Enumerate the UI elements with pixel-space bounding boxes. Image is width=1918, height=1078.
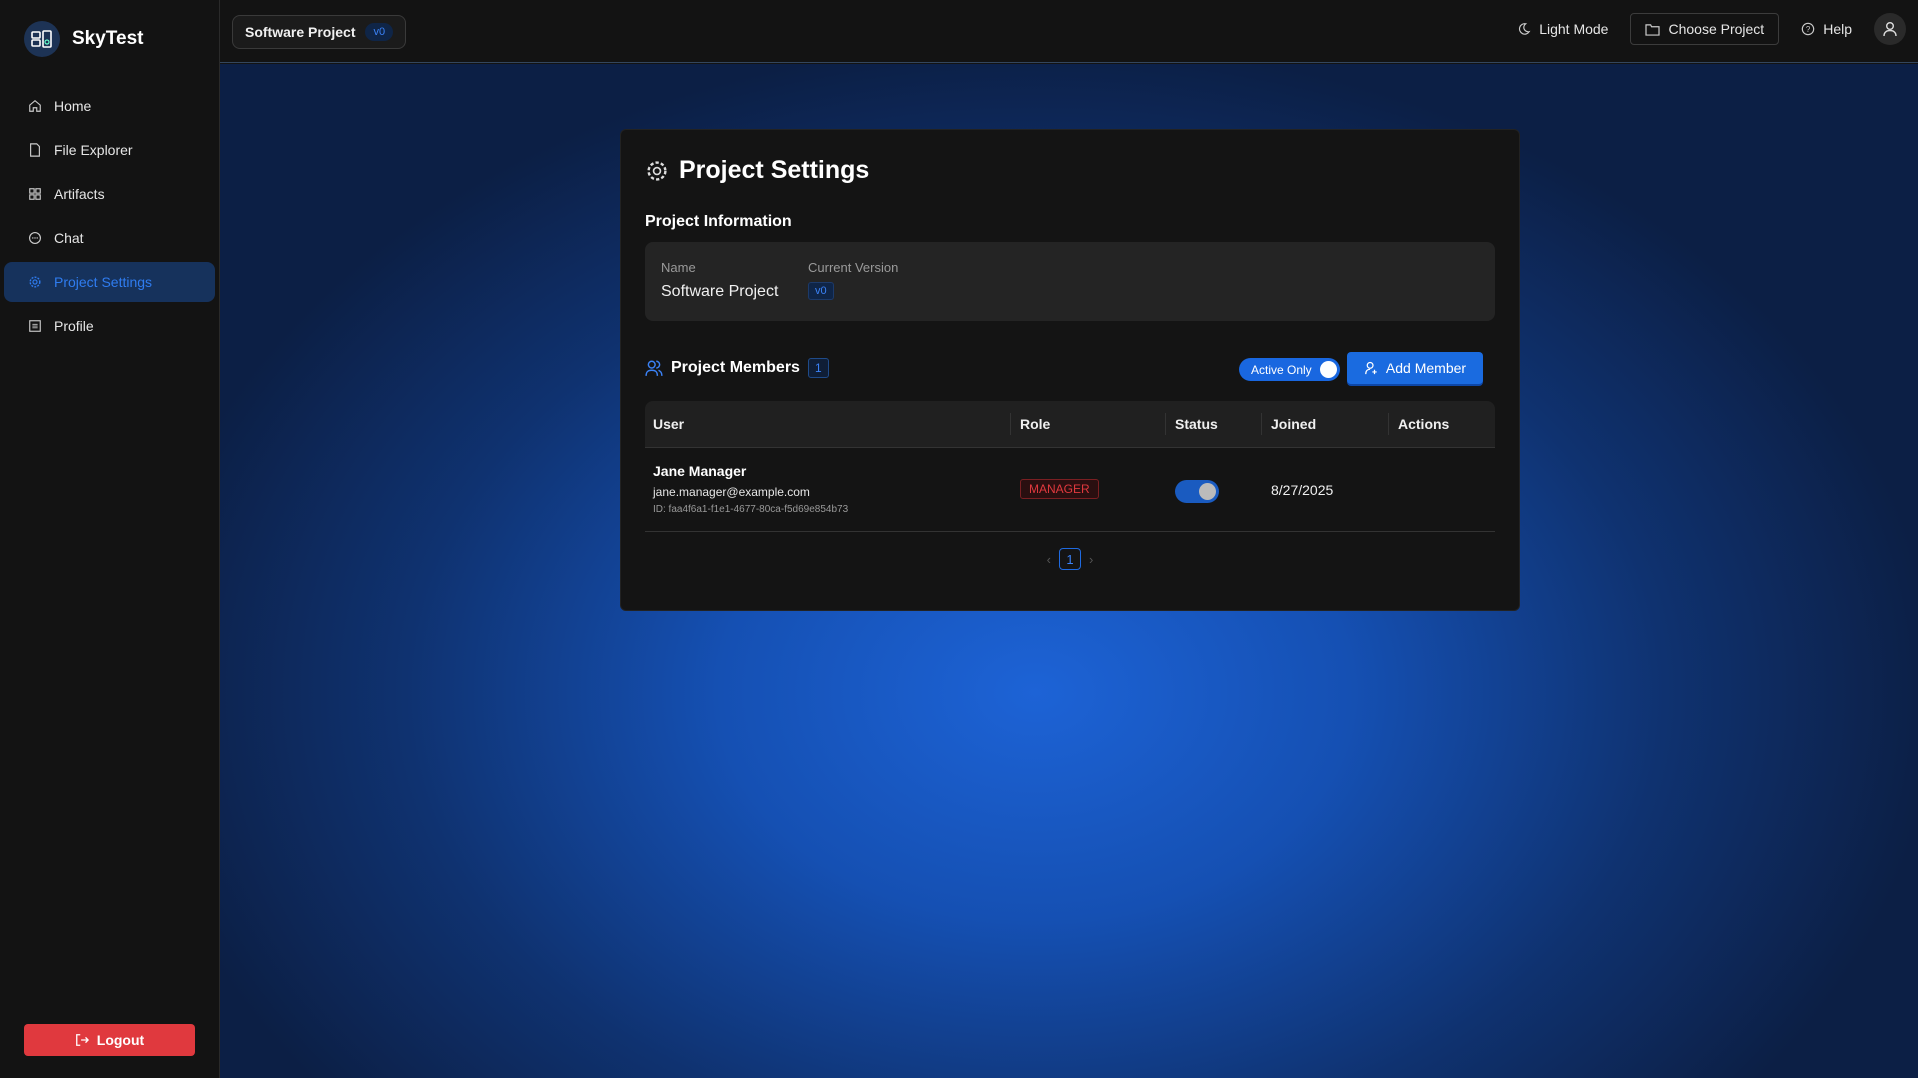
- gear-icon: [647, 160, 667, 181]
- choose-project-button[interactable]: Choose Project: [1630, 13, 1780, 45]
- file-icon: [30, 143, 40, 157]
- project-information-heading: Project Information: [645, 213, 792, 230]
- main-content: Project Settings Project Information Nam…: [220, 64, 1918, 1078]
- column-role[interactable]: Role: [1020, 416, 1050, 432]
- version-label: Current Version: [808, 260, 899, 275]
- current-project-pill[interactable]: Software Project v0: [232, 15, 407, 49]
- sidebar-nav: Home File Explorer Artifacts Chat Projec…: [4, 86, 215, 350]
- logout-icon: [75, 1034, 89, 1046]
- member-status-toggle[interactable]: [1175, 480, 1219, 503]
- app-name: SkyTest: [72, 28, 144, 49]
- prev-page-button[interactable]: ‹: [1047, 552, 1051, 567]
- project-settings-card: Project Settings Project Information Nam…: [620, 129, 1520, 611]
- light-mode-label: Light Mode: [1539, 21, 1609, 37]
- sidebar-item-label: Profile: [54, 318, 94, 334]
- toggle-knob: [1320, 361, 1337, 378]
- members-title: Project Members: [671, 359, 800, 376]
- light-mode-button[interactable]: Light Mode: [1517, 21, 1608, 37]
- member-email: jane.manager@example.com: [653, 485, 810, 499]
- column-actions: Actions: [1398, 416, 1450, 432]
- page-1-button[interactable]: 1: [1059, 548, 1081, 570]
- choose-project-label: Choose Project: [1668, 21, 1765, 37]
- sidebar-item-project-settings[interactable]: Project Settings: [4, 262, 215, 302]
- svg-text:?: ?: [1806, 25, 1811, 34]
- pagination: ‹ 1 ›: [621, 548, 1519, 570]
- column-user[interactable]: User: [653, 416, 684, 432]
- column-status[interactable]: Status: [1175, 416, 1218, 432]
- active-only-toggle[interactable]: Active Only: [1239, 358, 1340, 381]
- sidebar-item-home[interactable]: Home: [4, 86, 215, 126]
- page-title: Project Settings: [645, 156, 869, 185]
- help-label: Help: [1823, 21, 1852, 37]
- user-avatar-button[interactable]: [1874, 13, 1906, 45]
- top-header: Software Project v0 Light Mode Choose Pro…: [220, 0, 1918, 63]
- users-icon: [645, 360, 663, 376]
- folder-icon: [1645, 23, 1661, 36]
- sidebar-item-label: Chat: [54, 230, 84, 246]
- help-icon: ?: [1801, 22, 1815, 36]
- sidebar-item-label: File Explorer: [54, 142, 133, 158]
- logout-button[interactable]: Logout: [24, 1024, 195, 1056]
- sidebar-item-profile[interactable]: Profile: [4, 306, 215, 346]
- logout-label: Logout: [96, 1032, 145, 1048]
- version-badge: v0: [365, 23, 394, 41]
- help-button[interactable]: ? Help: [1801, 21, 1852, 37]
- next-page-button[interactable]: ›: [1089, 552, 1093, 567]
- sidebar-item-file-explorer[interactable]: File Explorer: [4, 130, 215, 170]
- sidebar-item-label: Project Settings: [54, 274, 153, 290]
- sidebar-item-label: Artifacts: [54, 186, 105, 202]
- member-id: ID: faa4f6a1-f1e1-4677-80ca-f5d69e854b73: [653, 504, 849, 515]
- project-members-heading: Project Members 1: [645, 358, 829, 378]
- project-info-panel: Name Software Project Current Version v0: [645, 242, 1495, 321]
- active-only-label: Active Only: [1251, 362, 1312, 377]
- gear-icon: [29, 276, 41, 288]
- role-badge: MANAGER: [1020, 479, 1099, 499]
- logo-icon: [24, 21, 60, 57]
- moon-icon: [1519, 23, 1531, 35]
- grid-icon: [29, 188, 41, 200]
- table-header: User Role Status Joined Actions: [645, 401, 1495, 448]
- version-value-badge: v0: [808, 282, 834, 300]
- project-name: Software Project: [245, 24, 356, 40]
- profile-icon: [29, 320, 41, 332]
- user-icon: [1883, 22, 1897, 37]
- sidebar-item-artifacts[interactable]: Artifacts: [4, 174, 215, 214]
- name-value: Software Project: [661, 283, 779, 300]
- sidebar-item-label: Home: [54, 98, 92, 114]
- column-joined[interactable]: Joined: [1271, 416, 1316, 432]
- member-joined: 8/27/2025: [1271, 482, 1334, 498]
- brand[interactable]: SkyTest: [24, 21, 143, 57]
- chat-icon: [29, 232, 41, 244]
- add-member-button[interactable]: Add Member: [1347, 352, 1483, 384]
- members-table: User Role Status Joined Actions Jane Man…: [645, 401, 1495, 532]
- home-icon: [29, 100, 41, 112]
- sidebar-item-chat[interactable]: Chat: [4, 218, 215, 258]
- table-row: Jane Manager jane.manager@example.com ID…: [645, 448, 1495, 532]
- add-user-icon: [1365, 361, 1377, 375]
- add-member-label: Add Member: [1385, 360, 1467, 376]
- toggle-knob: [1199, 483, 1216, 500]
- name-label: Name: [661, 260, 696, 275]
- member-name: Jane Manager: [653, 463, 747, 479]
- sidebar: SkyTest Home File Explorer Artifacts Cha…: [0, 0, 220, 1078]
- page-title-text: Project Settings: [679, 156, 870, 184]
- members-count-badge: 1: [807, 358, 829, 378]
